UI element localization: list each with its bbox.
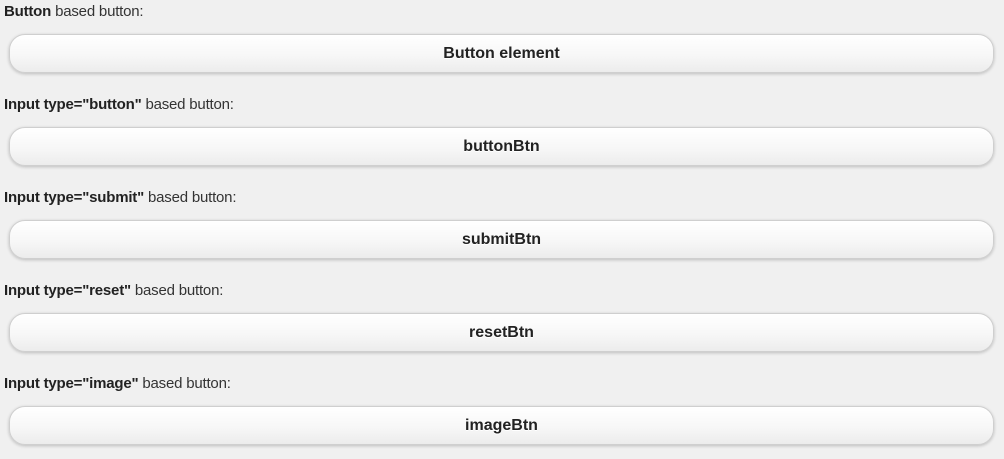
section-label-text: based button:	[141, 96, 234, 113]
button-element-button[interactable]: Button element	[9, 34, 994, 73]
section-label-text: based button:	[51, 3, 144, 20]
section-label-text: based button:	[144, 189, 237, 206]
section-label: Input type="image" based button:	[4, 375, 231, 393]
section-label: Button based button:	[4, 3, 144, 21]
input-reset-button[interactable]: resetBtn	[9, 313, 994, 352]
input-submit-button[interactable]: submitBtn	[9, 220, 994, 259]
section-label: Input type="submit" based button:	[4, 189, 236, 207]
section-label-bold: Button	[4, 3, 52, 20]
section-label: Input type="reset" based button:	[4, 282, 223, 300]
section-label-text: based button:	[130, 282, 224, 299]
input-image-button[interactable]: imageBtn	[9, 406, 994, 445]
section-label: Input type="button" based button:	[4, 96, 234, 114]
section-label-bold: Input type="submit"	[4, 189, 145, 206]
section-label-bold: Input type="reset"	[4, 282, 131, 299]
section-label-bold: Input type="button"	[4, 96, 142, 113]
input-button-button[interactable]: buttonBtn	[9, 127, 994, 166]
section-label-text: based button:	[138, 375, 231, 392]
section-label-bold: Input type="image"	[4, 375, 139, 392]
